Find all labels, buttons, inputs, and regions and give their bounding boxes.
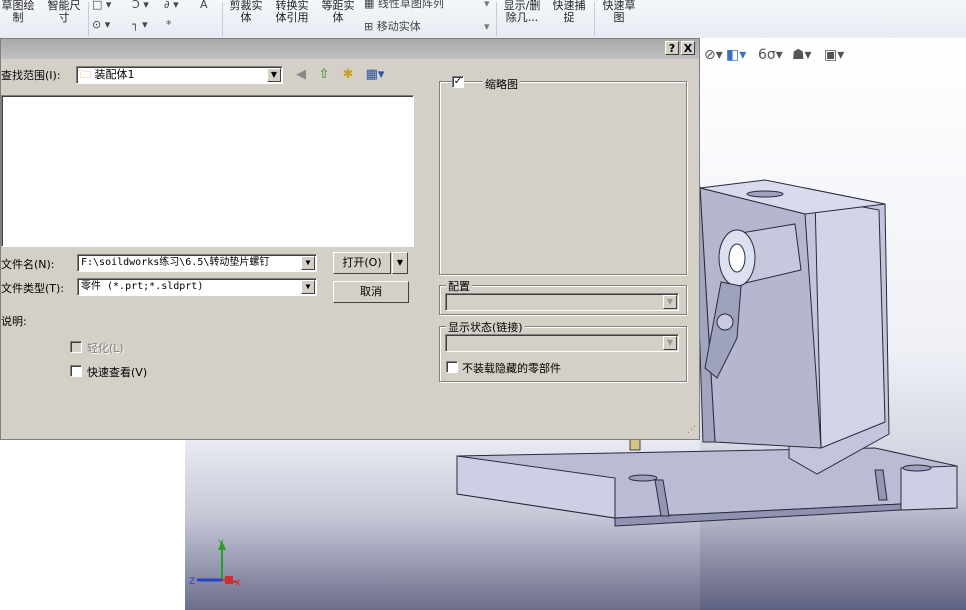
help-button[interactable]: ? (665, 41, 679, 55)
feature-manager-panel (0, 440, 186, 610)
cancel-button[interactable]: 取消 (333, 281, 409, 303)
point-tool-icon[interactable]: * (166, 18, 172, 32)
fillet-tool-icon[interactable]: ┐ ▾ (132, 18, 148, 32)
open-dropdown-button[interactable]: ▼ (392, 252, 408, 274)
chevron-down-icon[interactable]: ▼ (301, 280, 315, 294)
look-in-combo[interactable]: 🗀 装配体1 ▼ (76, 66, 283, 84)
configuration-label: 配置 (446, 278, 472, 294)
thumbnail-label: 缩略图 (483, 76, 520, 92)
new-folder-icon[interactable]: ✱ (339, 67, 357, 83)
folder-icon: 🗀 (80, 68, 91, 81)
resize-grip-icon[interactable]: ⋰ (687, 425, 696, 435)
spline-tool-icon[interactable]: ∂ ▾ (164, 0, 179, 12)
configuration-combo[interactable]: ▼ (445, 293, 679, 311)
grid-icon: ▦ (364, 0, 378, 10)
quick-view-checkbox[interactable] (70, 365, 82, 377)
up-folder-icon[interactable]: ⇧ (315, 67, 333, 83)
ribbon-separator (594, 2, 595, 36)
triad-z-label: Z (189, 577, 195, 587)
triad-y-label: Y (217, 539, 224, 549)
thumbnail-group (439, 81, 687, 275)
arc-tool-icon[interactable]: Ͻ ▾ (132, 0, 149, 12)
open-file-dialog: ? X 查找范围(I): 🗀 装配体1 ▼ ◀ ⇧ ✱ ▦▾ 文件名(N): F… (0, 38, 700, 440)
quick-snaps-button[interactable]: 快速捕 捉 (548, 0, 590, 24)
polygon-tool-icon[interactable]: ⊙ ▾ (92, 18, 110, 32)
filename-label: 文件名(N): (1, 258, 55, 271)
thumbnail-checkbox[interactable]: ✓ (452, 76, 464, 88)
view-triad: Y Z X (189, 539, 241, 589)
chevron-down-icon[interactable]: ▼ (663, 295, 677, 309)
convert-entities-button[interactable]: 转换实 体引用 (270, 0, 314, 24)
offset-entities-button[interactable]: 等距实 体 (318, 0, 358, 24)
chevron-down-icon[interactable]: ▼ (267, 68, 281, 82)
display-state-combo[interactable]: ▼ (445, 334, 679, 352)
rectangle-tool-icon[interactable]: □ ▾ (92, 0, 111, 12)
look-in-label: 查找范围(I): (1, 69, 61, 82)
chevron-down-icon[interactable]: ▼ (663, 336, 677, 350)
display-state-label: 显示状态(链接) (446, 319, 525, 335)
sketch-button[interactable]: 草图绘 制 (0, 0, 36, 24)
no-hidden-components-label: 不装载隐藏的零部件 (462, 362, 561, 375)
triad-x-label: X (235, 579, 241, 589)
move-icon: ⊞ (364, 20, 377, 33)
lightweight-checkbox[interactable] (70, 341, 82, 353)
back-icon[interactable]: ◀ (292, 67, 310, 83)
open-button[interactable]: 打开(O) (333, 252, 391, 274)
filetype-combo[interactable]: 零件 (*.prt;*.sldprt) ▼ (77, 278, 317, 296)
quick-view-label: 快速查看(V) (87, 366, 148, 379)
move-dropdown-icon[interactable]: ▾ (484, 20, 490, 34)
file-list[interactable] (1, 95, 414, 247)
filetype-label: 文件类型(T): (1, 282, 65, 295)
command-manager-ribbon: 草图绘 制 智能尺 寸 □ ▾ Ͻ ▾ ∂ ▾ A ⊙ ▾ ┐ ▾ * 剪裁实 … (0, 0, 966, 39)
no-hidden-components-checkbox[interactable] (446, 361, 458, 373)
dialog-titlebar[interactable] (1, 39, 699, 59)
ribbon-separator (222, 2, 223, 36)
chevron-down-icon[interactable]: ▼ (301, 256, 315, 270)
dialog-close-button[interactable]: X (681, 41, 695, 55)
text-tool-icon[interactable]: A (200, 0, 208, 12)
view-menu-icon[interactable]: ▦▾ (363, 67, 387, 83)
pattern-dropdown-icon[interactable]: ▾ (484, 0, 490, 11)
rapid-sketch-button[interactable]: 快速草 图 (598, 0, 640, 24)
linear-pattern-button[interactable]: ▦ 线性草图阵列 (364, 0, 444, 11)
filename-combo[interactable]: F:\soildworks练习\6.5\转动垫片螺钉 ▼ (77, 254, 317, 272)
move-entities-button[interactable]: ⊞ 移动实体 (364, 20, 421, 34)
ribbon-separator (88, 2, 89, 36)
display-delete-relations-button[interactable]: 显示/删 除几... (500, 0, 544, 24)
description-label: 说明: (1, 315, 27, 328)
chevron-down-icon: ▼ (396, 258, 404, 267)
trim-entities-button[interactable]: 剪裁实 体 (226, 0, 266, 24)
lightweight-label: 轻化(L) (87, 342, 124, 355)
ribbon-separator (496, 2, 497, 36)
smart-dimension-button[interactable]: 智能尺 寸 (44, 0, 84, 24)
